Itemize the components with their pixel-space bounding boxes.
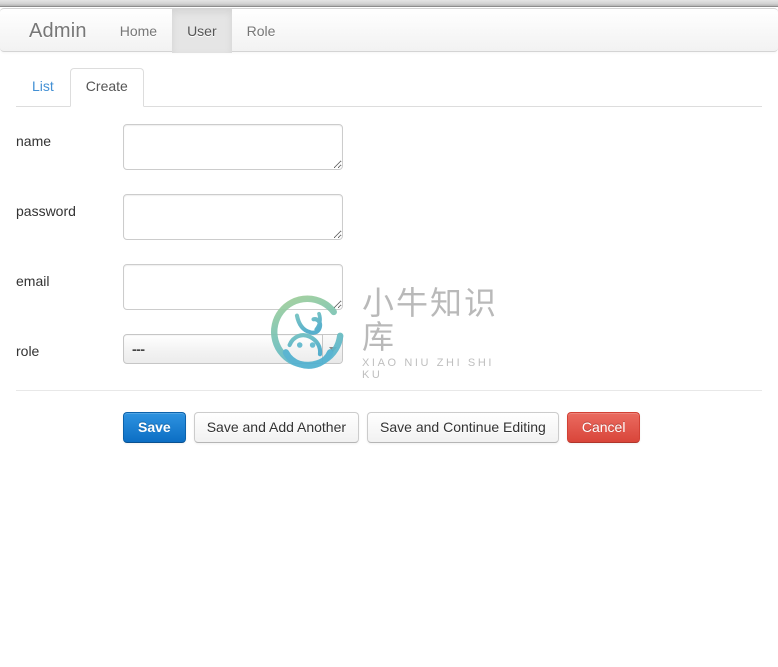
label-role: role [16,343,40,359]
tab-list[interactable]: List [16,68,70,107]
chevron-down-icon[interactable] [322,335,342,363]
field-wrap-password [123,194,343,243]
role-select-wrap: --- [123,334,343,364]
sub-tab-bar: List Create [16,68,762,107]
role-select-value: --- [132,341,145,357]
form-row-role: role --- [0,322,778,392]
form-row-password: password [0,182,778,252]
save-button[interactable]: Save [123,412,186,444]
form-row-name: name [0,112,778,182]
name-input[interactable] [123,124,343,170]
form-divider [16,390,762,391]
cancel-button[interactable]: Cancel [566,412,641,444]
navbar-inner: Admin Home User Role [14,9,290,53]
password-input[interactable] [123,194,343,240]
field-wrap-name [123,124,343,173]
brand-admin[interactable]: Admin [14,9,105,53]
label-password: password [16,203,76,219]
save-and-continue-editing-button[interactable]: Save and Continue Editing [367,412,559,444]
nav-item-home[interactable]: Home [105,9,172,53]
caret-shape [328,346,337,352]
browser-chrome-strip [0,0,778,7]
label-email: email [16,273,50,289]
main-navbar: Admin Home User Role [0,8,778,53]
save-and-add-another-button[interactable]: Save and Add Another [193,412,360,444]
form-actions: Save Save and Add Another Save and Conti… [123,412,641,444]
role-select[interactable]: --- [123,334,343,364]
label-name: name [16,133,52,149]
field-wrap-email [123,264,343,313]
nav-item-user[interactable]: User [172,9,232,53]
field-wrap-role: --- [123,334,343,364]
tab-create[interactable]: Create [69,68,144,107]
nav-item-role[interactable]: Role [232,9,291,53]
create-user-form: name password email role --- [0,112,778,392]
email-input[interactable] [123,264,343,310]
form-row-email: email [0,252,778,322]
